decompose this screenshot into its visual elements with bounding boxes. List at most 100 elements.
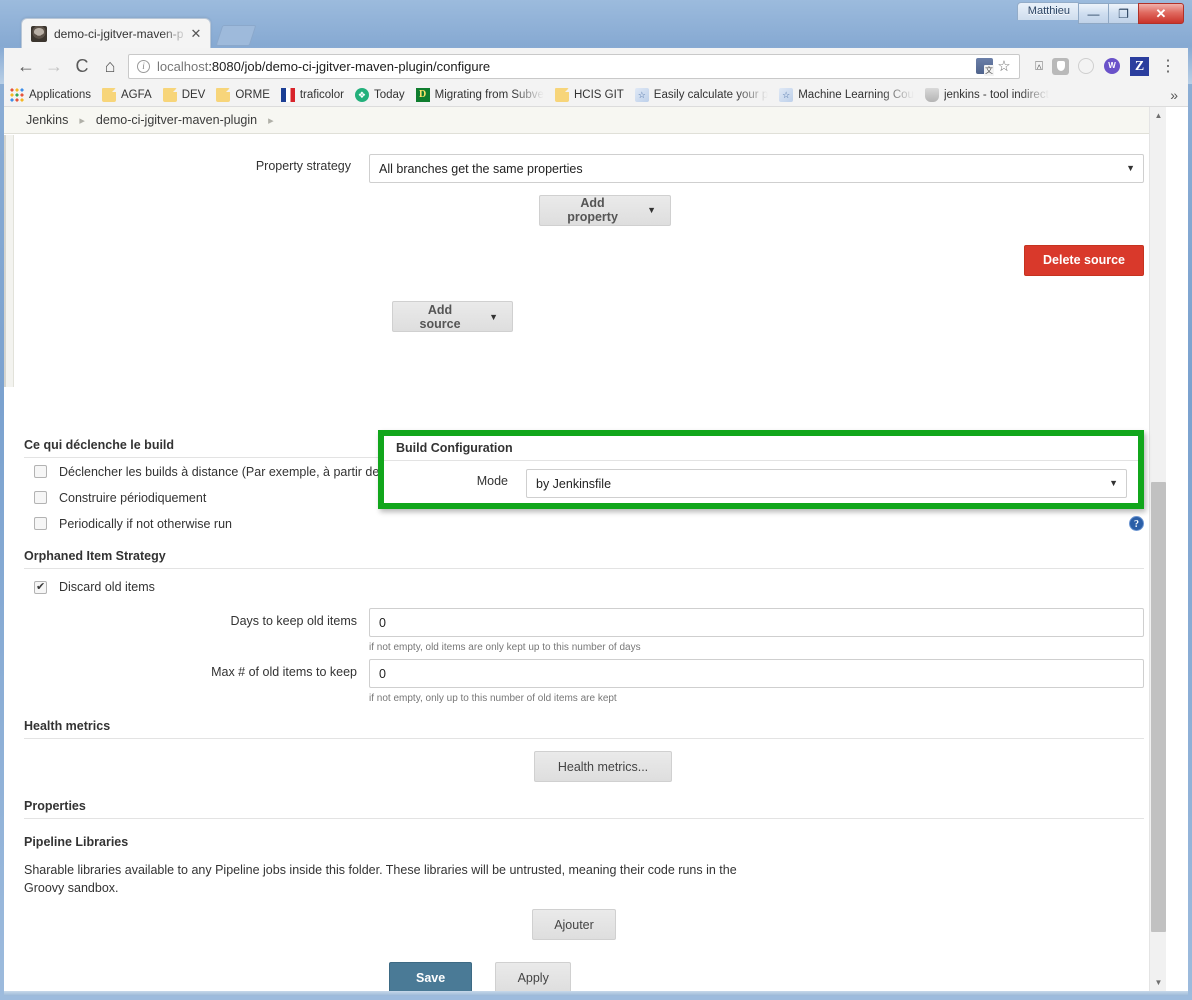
d-green-icon: D — [415, 88, 430, 102]
bookmark-label: Today — [373, 89, 405, 101]
bookmark-easily-calculate[interactable]: ☆ Easily calculate your p — [634, 88, 769, 102]
days-to-keep-input[interactable] — [369, 608, 1144, 637]
bookmark-migrating-from-subversion[interactable]: D Migrating from Subve — [415, 88, 544, 102]
address-bar-url: localhost:8080/job/demo-ci-jgitver-maven… — [157, 59, 976, 74]
tab-favicon-icon — [31, 25, 47, 42]
bookmark-traficolor[interactable]: traficolor — [280, 88, 344, 102]
max-items-hint: if not empty, only up to this number of … — [369, 693, 617, 704]
back-arrow-icon[interactable]: ← — [12, 56, 40, 77]
bookmark-label: jenkins - tool indirect — [943, 89, 1049, 101]
folder-icon — [554, 88, 569, 102]
add-library-button[interactable]: Ajouter — [532, 909, 616, 941]
chevron-down-icon: ▼ — [647, 205, 656, 215]
tab-close-icon[interactable]: ✕ — [188, 26, 204, 42]
bookmark-label: HCIS GIT — [573, 89, 624, 101]
breadcrumb-separator-icon: ▸ — [268, 114, 274, 127]
days-to-keep-row: Days to keep old items if not empty, old… — [4, 608, 1166, 653]
bookmarks-overflow-icon[interactable]: » — [1170, 87, 1182, 103]
configure-form: Property strategy All branches get the s… — [4, 135, 1166, 991]
bookmark-label: AGFA — [121, 89, 152, 101]
property-strategy-select[interactable]: All branches get the same properties — [369, 154, 1144, 183]
discard-old-items-label: Discard old items — [59, 580, 155, 594]
z-extension-icon[interactable]: Z — [1130, 56, 1156, 76]
trigger-periodic-checkbox[interactable] — [34, 491, 47, 504]
save-button[interactable]: Save — [389, 962, 473, 991]
add-property-button[interactable]: Add property ▼ — [539, 194, 671, 226]
add-property-label: Add property — [567, 196, 618, 224]
days-to-keep-hint: if not empty, old items are only kept up… — [369, 642, 641, 653]
page-scrollbar[interactable]: ▲ ▼ — [1149, 107, 1166, 991]
browser-toolbar: ← → C ⌂ i localhost:8080/job/demo-ci-jgi… — [4, 48, 1188, 84]
delete-source-button[interactable]: Delete source — [1024, 244, 1144, 276]
home-icon[interactable]: ⌂ — [96, 56, 124, 77]
max-items-input[interactable] — [369, 659, 1144, 688]
address-bar[interactable]: i localhost:8080/job/demo-ci-jgitver-mav… — [128, 53, 1020, 79]
feedly-icon: ❖ — [354, 88, 369, 102]
trigger-periodic-label: Construire périodiquement — [59, 490, 207, 505]
cast-icon[interactable]: ⍓ — [1026, 58, 1052, 74]
pipeline-libraries-add-row: Ajouter — [532, 909, 1166, 941]
scroll-up-icon[interactable]: ▲ — [1150, 107, 1167, 124]
bookmark-label: Migrating from Subve — [434, 89, 544, 101]
property-strategy-row: Property strategy All branches get the s… — [4, 154, 1166, 183]
build-mode-select[interactable]: by Jenkinsfile — [526, 469, 1127, 498]
forward-arrow-icon: → — [45, 55, 63, 76]
wb-extension-icon[interactable]: W — [1104, 58, 1130, 74]
chrome-menu-icon[interactable]: ⋮ — [1156, 56, 1180, 76]
build-mode-row: Mode by Jenkinsfile — [384, 469, 1138, 498]
pipeline-libraries-description: Sharable libraries available to any Pipe… — [24, 863, 737, 896]
add-source-button[interactable]: Add source ▼ — [392, 301, 513, 332]
bookmark-agfa[interactable]: AGFA — [102, 88, 152, 102]
bookmark-hcis-git[interactable]: HCIS GIT — [554, 88, 624, 102]
site-info-icon[interactable]: i — [137, 59, 150, 73]
bookmark-label: Machine Learning Cou — [798, 89, 914, 101]
bookmark-jenkins-tool-indirect[interactable]: jenkins - tool indirect — [924, 88, 1049, 102]
health-metrics-title: Health metrics — [24, 719, 1144, 739]
bookmark-machine-learning-course[interactable]: ☆ Machine Learning Cou — [779, 88, 914, 102]
browser-tab[interactable]: demo-ci-jgitver-maven-p ✕ — [21, 18, 211, 48]
health-metrics-row: Health metrics... — [534, 751, 1166, 782]
apps-grid-icon — [10, 88, 24, 102]
browser-window: Matthieu — ❐ ✕ demo-ci-jgitver-maven-p ✕… — [0, 0, 1192, 1000]
bookmark-star-icon[interactable]: ☆ — [993, 57, 1015, 75]
scrollbar-thumb[interactable] — [1151, 482, 1166, 932]
days-to-keep-label: Days to keep old items — [230, 614, 357, 628]
trigger-remote-checkbox[interactable] — [34, 465, 47, 478]
build-mode-value: by Jenkinsfile — [526, 469, 1127, 498]
property-strategy-value: All branches get the same properties — [369, 154, 1144, 183]
tab-strip: demo-ci-jgitver-maven-p ✕ — [0, 18, 1192, 48]
trigger-row-otherwise: Periodically if not otherwise run ? — [24, 510, 1144, 536]
translate-icon[interactable] — [976, 58, 994, 76]
trigger-remote-label: Déclencher les builds à distance (Par ex… — [59, 464, 424, 479]
breadcrumb-item-jenkins[interactable]: Jenkins — [26, 113, 68, 127]
apply-button[interactable]: Apply — [495, 962, 572, 991]
chevron-down-icon: ▼ — [489, 311, 498, 322]
bookmark-today[interactable]: ❖ Today — [354, 88, 405, 102]
max-items-label: Max # of old items to keep — [211, 665, 357, 679]
trigger-otherwise-label: Periodically if not otherwise run — [59, 516, 232, 531]
bookmark-dev[interactable]: DEV — [162, 88, 205, 102]
bookmark-label: Applications — [29, 89, 92, 101]
bookmark-label: ORME — [235, 89, 270, 101]
add-source-label: Add source — [419, 302, 461, 331]
new-tab-button[interactable] — [215, 25, 257, 46]
circle-extension-icon[interactable] — [1078, 58, 1104, 74]
discard-old-items-checkbox[interactable] — [34, 580, 47, 594]
health-metrics-button[interactable]: Health metrics... — [534, 751, 672, 782]
build-mode-label: Mode — [476, 474, 508, 488]
bookmark-label: Easily calculate your p — [653, 89, 769, 101]
add-property-row: Add property ▼ — [539, 194, 1166, 226]
add-source-row: Add source ▼ — [392, 301, 1166, 332]
shield-extension-icon[interactable] — [1052, 57, 1078, 75]
reload-icon[interactable]: C — [68, 56, 96, 77]
properties-title: Properties — [24, 799, 1144, 819]
window-bottom-edge — [4, 991, 1188, 996]
help-icon[interactable]: ? — [1129, 516, 1144, 531]
trigger-otherwise-checkbox[interactable] — [34, 517, 47, 530]
bookmark-orme[interactable]: ORME — [216, 88, 270, 102]
folder-icon — [162, 88, 177, 102]
bookmark-label: traficolor — [299, 89, 344, 101]
bookmark-applications[interactable]: Applications — [10, 88, 91, 102]
scroll-down-icon[interactable]: ▼ — [1150, 974, 1167, 991]
breadcrumb-item-job[interactable]: demo-ci-jgitver-maven-plugin — [96, 113, 257, 127]
